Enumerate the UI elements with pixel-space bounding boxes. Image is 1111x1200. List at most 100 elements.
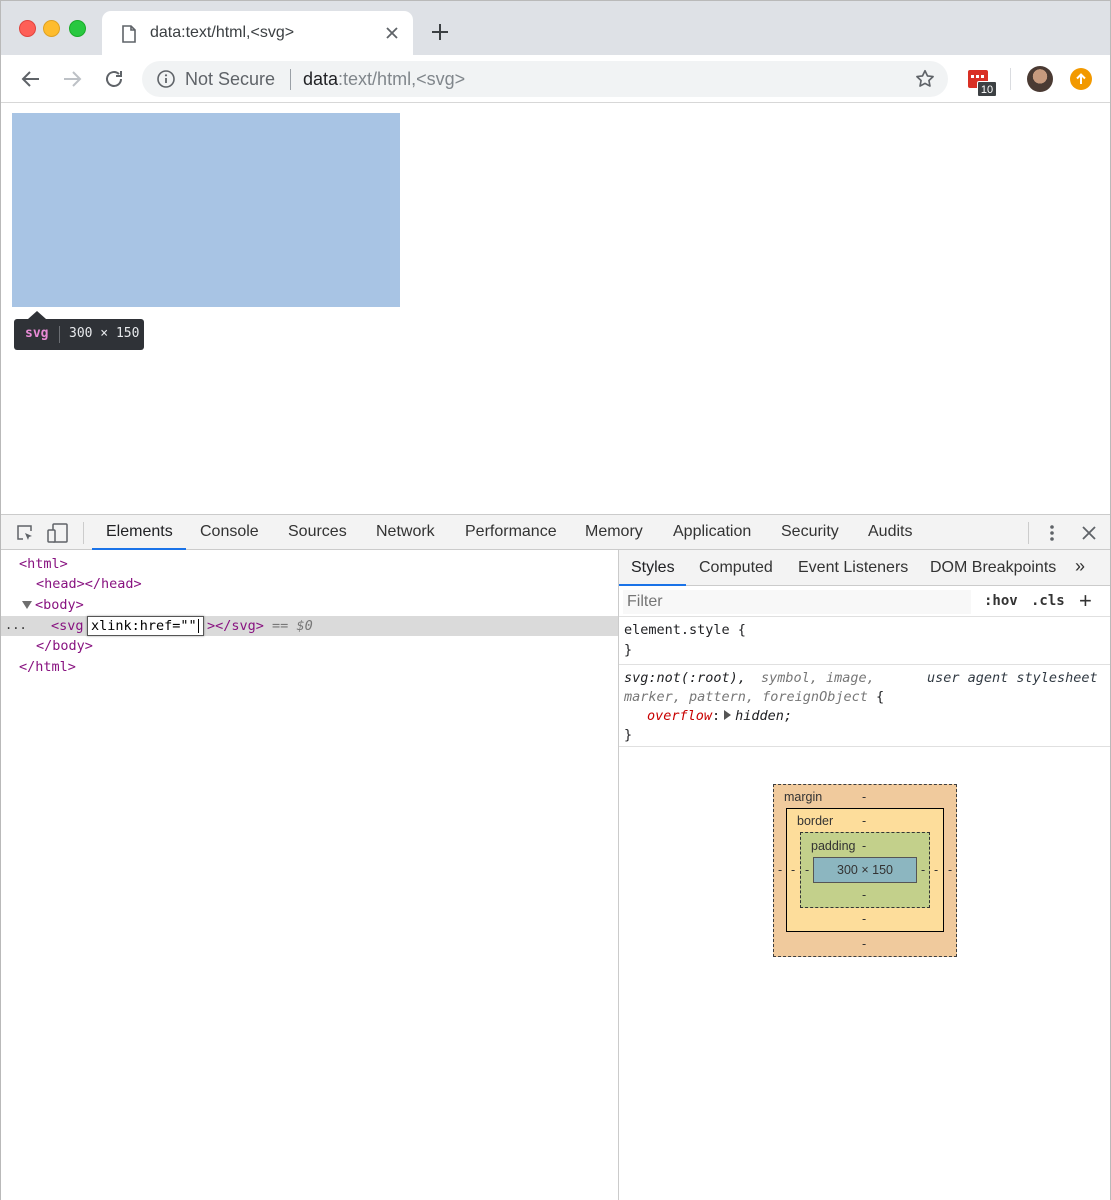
omnibox-divider (290, 69, 291, 90)
page-viewport: svg 300 × 150 (1, 103, 1110, 514)
margin-top-value: - (862, 790, 867, 804)
dom-node-head[interactable]: <head></head> (36, 574, 142, 594)
document-icon (122, 25, 136, 43)
tab-memory[interactable]: Memory (585, 523, 643, 541)
new-style-rule-button[interactable]: + (1079, 588, 1092, 614)
tab-sources[interactable]: Sources (288, 523, 347, 541)
omnibox[interactable]: Not Secure data:text/html,<svg> (142, 61, 948, 97)
toolbar-divider (1010, 68, 1011, 90)
browser-tab[interactable]: data:text/html,<svg> (102, 11, 413, 55)
svg-element-highlight[interactable] (12, 113, 400, 307)
browser-window: data:text/html,<svg> Not Secure data:tex… (0, 0, 1111, 1200)
rule-property[interactable]: overflow (647, 708, 712, 724)
svg-close-tag: ></svg> (207, 618, 264, 634)
profile-avatar[interactable] (1027, 66, 1053, 92)
dom-node-html-close[interactable]: </html> (19, 657, 76, 677)
tab-network[interactable]: Network (376, 523, 435, 541)
dom-node-html[interactable]: <html> (19, 554, 68, 574)
security-label[interactable]: Not Secure (185, 69, 275, 90)
url-scheme: data (303, 69, 339, 89)
rule-selector-rest-2: marker, pattern, foreignObject (624, 689, 868, 705)
tab-security[interactable]: Security (781, 523, 839, 541)
info-icon[interactable] (156, 69, 176, 89)
border-left-value: - (791, 863, 796, 877)
border-label: border (797, 814, 834, 828)
expand-triangle-icon[interactable] (22, 601, 32, 609)
dom-node-svg-end[interactable]: ></svg> == $0 (207, 616, 313, 636)
browser-toolbar: Not Secure data:text/html,<svg> (1, 55, 1110, 103)
more-options-icon[interactable] (1042, 523, 1062, 543)
class-toggle[interactable]: .cls (1031, 593, 1065, 609)
rule-value[interactable]: hidden; (735, 708, 792, 724)
forward-arrow-icon[interactable] (60, 67, 84, 91)
minimize-window-button[interactable] (43, 20, 60, 37)
url-text[interactable]: data:text/html,<svg> (303, 69, 465, 90)
close-tab-icon[interactable] (383, 24, 401, 42)
element-style-close: } (624, 642, 633, 658)
expand-value-icon[interactable] (724, 710, 732, 720)
body-open-tag: <body> (35, 597, 84, 613)
devtools-panel: Elements Console Sources Network Perform… (1, 514, 1110, 1200)
padding-left-value: - (805, 863, 810, 877)
tab-elements[interactable]: Elements (106, 523, 173, 541)
update-icon[interactable] (1070, 68, 1092, 90)
element-style-rule: element.style { } (619, 618, 1110, 665)
new-tab-icon[interactable] (429, 21, 451, 43)
rule-declaration[interactable]: overflow: hidden; (647, 707, 792, 726)
text-caret (197, 619, 199, 633)
rule-open-brace: { (875, 689, 885, 705)
attribute-editor[interactable]: xlink:href="" (87, 616, 204, 636)
styles-tab-bar: Styles Computed Event Listeners DOM Brea… (619, 550, 1110, 586)
filter-bar: :hov .cls + (619, 586, 1110, 617)
element-style-selector[interactable]: element.style { (624, 621, 746, 640)
styles-pane: Styles Computed Event Listeners DOM Brea… (618, 550, 1110, 1200)
margin-bottom-value: - (862, 937, 867, 951)
padding-top-value: - (862, 839, 867, 853)
margin-right-value: - (948, 863, 953, 877)
html-close-tag: </html> (19, 659, 76, 675)
rule-source-link[interactable]: user agent stylesheet (927, 669, 1098, 688)
dom-node-body-close[interactable]: </body> (36, 636, 93, 656)
tab-event-listeners[interactable]: Event Listeners (798, 559, 908, 577)
selected-marker-eq: == (272, 618, 289, 634)
inspect-element-icon[interactable] (15, 523, 35, 543)
tab-application[interactable]: Application (673, 523, 751, 541)
bookmark-star-icon[interactable] (914, 68, 936, 90)
selected-marker-ref: $0 (296, 618, 313, 634)
margin-label: margin (784, 790, 823, 804)
tab-styles[interactable]: Styles (631, 559, 675, 577)
device-toolbar-icon[interactable] (47, 523, 69, 543)
reload-icon[interactable] (102, 67, 126, 91)
maximize-window-button[interactable] (69, 20, 86, 37)
tooltip-divider (59, 326, 60, 343)
update-arrow-icon (1076, 73, 1086, 84)
filter-input[interactable] (623, 590, 971, 614)
box-model-content[interactable]: 300 × 150 (813, 857, 917, 883)
border-top-value: - (862, 814, 867, 828)
dom-node-body[interactable]: <body> (22, 595, 84, 615)
rule-selector-line2: marker, pattern, foreignObject { (624, 688, 884, 707)
border-right-value: - (934, 863, 939, 877)
tooltip-size: 300 × 150 (69, 326, 140, 341)
head-tag: <head></head> (36, 576, 142, 592)
rule-colon: : (712, 708, 721, 724)
rule-close-brace: } (624, 727, 633, 743)
tab-performance[interactable]: Performance (465, 523, 557, 541)
dom-node-svg[interactable]: <svg (51, 616, 84, 636)
close-devtools-icon[interactable] (1079, 523, 1099, 543)
row-ellipsis[interactable]: ... (5, 616, 27, 634)
back-arrow-icon[interactable] (19, 67, 43, 91)
padding-right-value: - (921, 863, 926, 877)
close-window-button[interactable] (19, 20, 36, 37)
rule-selector-match: svg:not(:root), (624, 670, 746, 686)
html-open-tag: <html> (19, 556, 68, 572)
devtools-divider (83, 522, 84, 544)
hover-state-toggle[interactable]: :hov (984, 593, 1018, 609)
tab-audits[interactable]: Audits (868, 523, 912, 541)
svg-open-tag: <svg (51, 618, 84, 634)
tab-console[interactable]: Console (200, 523, 259, 541)
tab-dom-breakpoints[interactable]: DOM Breakpoints (930, 559, 1056, 577)
tab-computed[interactable]: Computed (699, 559, 773, 577)
tab-title: data:text/html,<svg> (150, 24, 295, 41)
more-tabs-icon[interactable]: » (1075, 556, 1085, 577)
